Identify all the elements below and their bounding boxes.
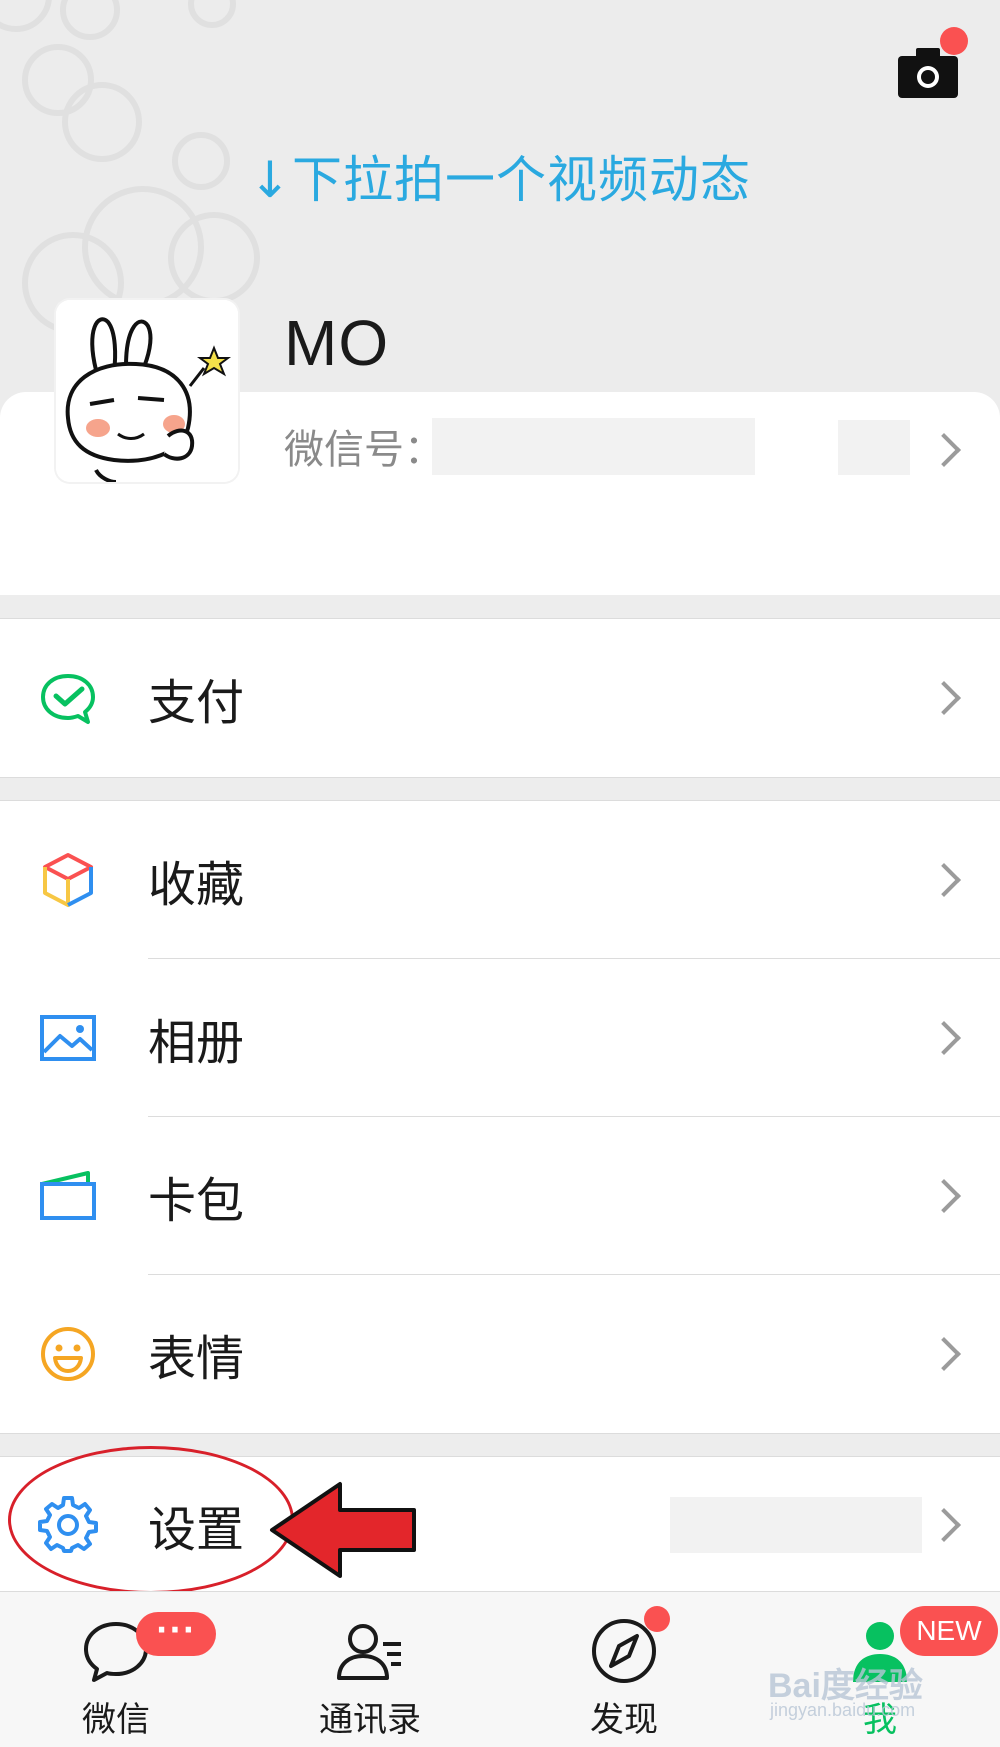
chevron-right-icon (927, 1021, 961, 1055)
chevron-right-icon (927, 433, 961, 467)
menu-item-cards[interactable]: 卡包 (0, 1117, 1000, 1275)
wechat-id-label: 微信号： (284, 427, 444, 473)
menu-item-label: 相册 (148, 1015, 245, 1071)
chevron-right-icon (927, 681, 961, 715)
card-wallet-icon (40, 1171, 96, 1220)
tab-label: 发现 (590, 1700, 658, 1740)
highlight-ellipse (8, 1446, 294, 1594)
baidu-watermark-url: jingyan.baidu.com (770, 1700, 916, 1720)
red-arrow-annotation (270, 1482, 416, 1578)
bubble-decoration (60, 0, 120, 40)
profile-name: MO (284, 307, 390, 379)
menu-item-favorites[interactable]: 收藏 (0, 801, 1000, 959)
settings-redacted (670, 1496, 922, 1553)
bubble-decoration (168, 212, 260, 304)
me-new-badge: NEW (900, 1606, 998, 1656)
menu-item-label: 表情 (148, 1331, 245, 1387)
tab-discover[interactable]: 发现 (544, 1592, 704, 1747)
camera-notification-dot (940, 27, 968, 55)
wechat-id-redacted (432, 418, 755, 475)
album-image-icon (40, 1015, 96, 1061)
chevron-right-icon (927, 863, 961, 897)
chevron-right-icon (927, 1337, 961, 1371)
chevron-right-icon (927, 1507, 961, 1542)
tab-label: 通讯录 (319, 1700, 421, 1740)
bubble-decoration (0, 0, 52, 32)
bubble-decoration (188, 0, 236, 28)
menu-item-album[interactable]: 相册 (0, 959, 1000, 1117)
tab-contacts[interactable]: 通讯录 (290, 1592, 450, 1747)
menu-item-label: 收藏 (148, 857, 245, 913)
tab-label: 微信 (82, 1700, 150, 1740)
favorites-cube-icon (43, 853, 93, 907)
main-menu-section: 收藏 相册 卡包 表情 (0, 800, 1000, 1434)
chevron-right-icon (927, 1179, 961, 1213)
menu-item-stickers[interactable]: 表情 (0, 1275, 1000, 1433)
pull-down-hint: ↓下拉拍一个视频动态 (249, 151, 751, 209)
menu-item-pay[interactable]: 支付 (0, 619, 1000, 777)
smiley-icon (41, 1327, 95, 1381)
contacts-icon (337, 1624, 401, 1680)
chats-unread-badge: ··· (136, 1612, 216, 1656)
bunny-avatar-icon (56, 300, 238, 482)
menu-item-label: 支付 (148, 675, 245, 731)
qr-code-redacted (838, 420, 910, 475)
discover-notification-dot (644, 1606, 670, 1632)
avatar[interactable] (56, 300, 238, 482)
pay-section: 支付 (0, 618, 1000, 778)
wechat-pay-icon (41, 674, 95, 724)
menu-item-label: 卡包 (148, 1173, 245, 1229)
